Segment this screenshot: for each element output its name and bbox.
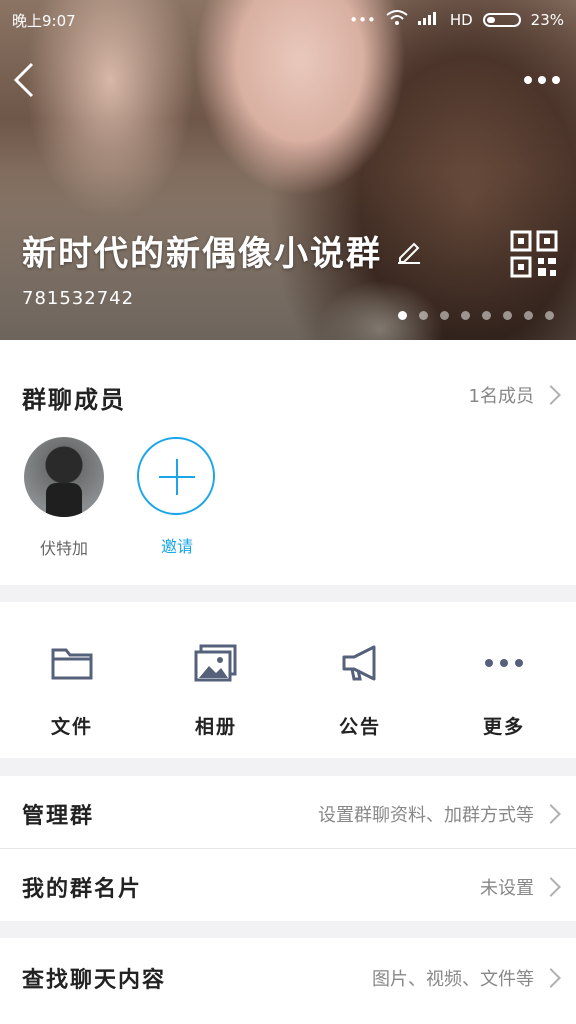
carousel-indicator xyxy=(398,311,554,320)
carousel-dot xyxy=(524,311,533,320)
battery-icon xyxy=(482,13,521,27)
chevron-left-icon xyxy=(13,62,34,98)
more-icon xyxy=(474,638,534,688)
group-settings-list: 管理群 设置群聊资料、加群方式等 我的群名片 未设置 xyxy=(0,776,576,921)
back-button[interactable] xyxy=(10,60,40,100)
megaphone-icon xyxy=(330,638,390,688)
album-icon xyxy=(186,638,246,688)
my-group-card-row[interactable]: 我的群名片 未设置 xyxy=(0,849,576,921)
group-id: 781532742 xyxy=(22,288,135,309)
members-title: 群聊成员 xyxy=(22,386,126,414)
carousel-dot xyxy=(545,311,554,320)
member-count-link[interactable]: 1名成员 xyxy=(468,382,561,408)
member-name: 伏特加 xyxy=(39,539,88,558)
group-tools: 文件 相册 公告 更多 xyxy=(0,602,576,758)
avatar xyxy=(24,437,104,517)
tool-label: 公告 xyxy=(338,716,381,738)
qr-code-icon[interactable] xyxy=(510,230,558,278)
plus-icon xyxy=(137,437,215,515)
status-bar: 晚上9:07 ••• HD 23% xyxy=(0,0,576,38)
group-name[interactable]: 新时代的新偶像小说群 xyxy=(22,226,422,275)
cell-signal-icon xyxy=(417,11,440,29)
chevron-right-icon xyxy=(541,877,561,897)
tool-label: 相册 xyxy=(194,716,237,738)
row-label: 管理群 xyxy=(22,804,95,829)
manage-group-row[interactable]: 管理群 设置群聊资料、加群方式等 xyxy=(0,776,576,849)
row-value: 未设置 xyxy=(480,878,534,899)
more-options-button[interactable] xyxy=(524,68,564,92)
wifi-icon xyxy=(386,10,408,30)
chevron-right-icon xyxy=(541,804,561,824)
group-name-text: 新时代的新偶像小说群 xyxy=(22,234,382,274)
folder-icon xyxy=(42,638,102,688)
tool-files[interactable]: 文件 xyxy=(17,638,127,739)
row-label: 我的群名片 xyxy=(22,877,143,902)
search-chat-row[interactable]: 查找聊天内容 图片、视频、文件等 xyxy=(0,938,576,1024)
battery-percent: 23% xyxy=(530,11,564,29)
tool-label: 更多 xyxy=(482,716,525,738)
members-section: 群聊成员 1名成员 伏特加 邀请 xyxy=(0,340,576,585)
edit-pencil-icon[interactable] xyxy=(396,238,422,264)
member-item[interactable]: 伏特加 xyxy=(24,437,104,559)
signal-dots-icon: ••• xyxy=(349,11,376,29)
tool-label: 文件 xyxy=(50,716,93,738)
tool-album[interactable]: 相册 xyxy=(161,638,271,739)
status-time: 晚上9:07 xyxy=(12,12,76,30)
carousel-dot xyxy=(398,311,407,320)
carousel-dot xyxy=(440,311,449,320)
carousel-dot xyxy=(503,311,512,320)
chevron-right-icon xyxy=(541,385,561,405)
invite-button[interactable]: 邀请 xyxy=(137,437,217,557)
tool-more[interactable]: 更多 xyxy=(449,638,559,739)
row-label: 查找聊天内容 xyxy=(22,968,167,993)
member-count: 1名成员 xyxy=(468,386,534,407)
carousel-dot xyxy=(461,311,470,320)
row-value: 设置群聊资料、加群方式等 xyxy=(318,805,534,826)
row-value: 图片、视频、文件等 xyxy=(372,969,534,990)
chevron-right-icon xyxy=(541,968,561,988)
tool-announcement[interactable]: 公告 xyxy=(305,638,415,739)
invite-label: 邀请 xyxy=(160,537,193,556)
carousel-dot xyxy=(419,311,428,320)
carousel-dot xyxy=(482,311,491,320)
network-type: HD xyxy=(449,11,473,29)
